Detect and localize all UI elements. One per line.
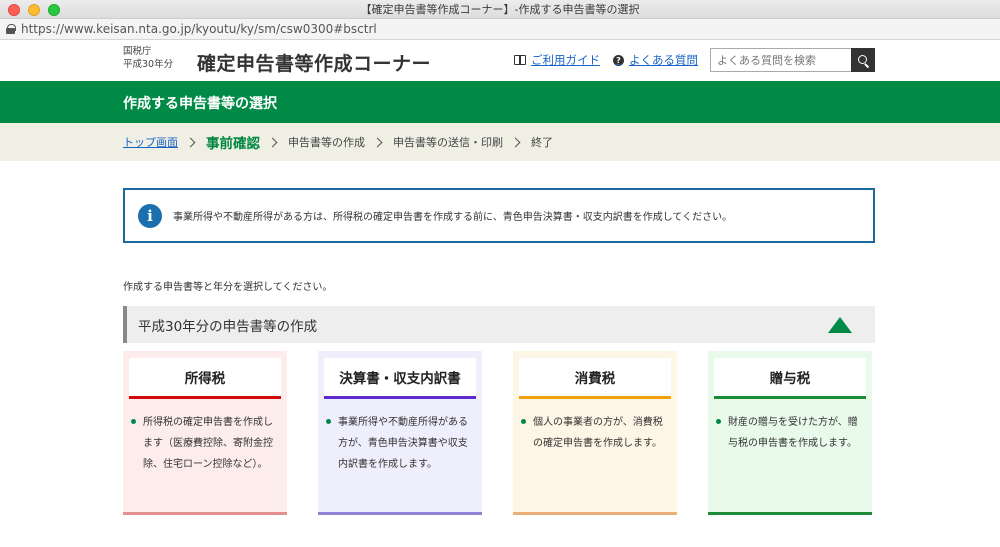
- maximize-window-button[interactable]: [48, 4, 60, 16]
- url-path: kyoutu/ky/sm/csw0300#bsctrl: [195, 22, 377, 36]
- faq-link[interactable]: ? よくある質問: [613, 52, 698, 68]
- faq-search-input[interactable]: [710, 48, 852, 72]
- chevron-right-icon: [267, 137, 278, 147]
- income-tax-card[interactable]: 所得税 所得税の確定申告書を作成します（医療費控除、寄附金控除、住宅ローン控除な…: [123, 351, 287, 515]
- agency-name: 国税庁: [123, 46, 152, 57]
- year-label: 平成30年分: [123, 59, 174, 70]
- breadcrumb-current-step: 事前確認: [206, 136, 260, 152]
- window-controls: [8, 4, 60, 16]
- consumption-tax-card[interactable]: 消費税 個人の事業者の方が、消費税の確定申告書を作成します。: [513, 351, 677, 515]
- url-text[interactable]: https://www.keisan.nta.go.jp/kyoutu/ky/s…: [21, 22, 377, 36]
- guide-link-label: ご利用ガイド: [531, 53, 600, 67]
- collapse-triangle-icon[interactable]: [828, 317, 852, 333]
- card-description-text: 財産の贈与を受けた方が、贈与税の申告書を作成します。: [728, 417, 858, 449]
- site-title[interactable]: 確定申告書等作成コーナー: [197, 49, 431, 76]
- breadcrumb: トップ画面 事前確認 申告書等の作成 申告書等の送信・印刷 終了: [0, 123, 1000, 161]
- close-window-button[interactable]: [8, 4, 20, 16]
- instruction-text: 作成する申告書等と年分を選択してください。: [123, 282, 333, 293]
- chevron-right-icon: [185, 137, 196, 147]
- search-icon: [857, 54, 870, 67]
- lock-icon: [6, 24, 16, 34]
- info-notice: i 事業所得や不動産所得がある方は、所得税の確定申告書を作成する前に、青色申告決…: [123, 188, 875, 243]
- agency-label: 国税庁 平成30年分: [123, 45, 173, 71]
- breadcrumb-step-create: 申告書等の作成: [288, 136, 365, 149]
- url-prefix: https://www.keisan.nta.go.jp/: [21, 22, 196, 36]
- card-description-text: 個人の事業者の方が、消費税の確定申告書を作成します。: [533, 417, 663, 449]
- chevron-right-icon: [372, 137, 383, 147]
- card-description-text: 所得税の確定申告書を作成します（医療費控除、寄附金控除、住宅ローン控除など）。: [143, 417, 273, 470]
- page-heading-band: 作成する申告書等の選択: [0, 81, 1000, 123]
- card-title: 決算書・収支内訳書: [324, 358, 476, 399]
- window-title: 【確定申告書等作成コーナー】-作成する申告書等の選択: [360, 3, 640, 16]
- breadcrumb-step-send-print: 申告書等の送信・印刷: [393, 136, 503, 149]
- faq-link-label: よくある質問: [629, 53, 698, 67]
- breadcrumb-step-end: 終了: [531, 136, 553, 149]
- card-description: 財産の贈与を受けた方が、贈与税の申告書を作成します。: [716, 412, 864, 454]
- book-icon: [514, 55, 526, 65]
- question-icon: ?: [613, 54, 624, 66]
- info-icon: i: [138, 203, 162, 228]
- info-message: 事業所得や不動産所得がある方は、所得税の確定申告書を作成する前に、青色申告決算書…: [173, 212, 733, 223]
- card-description: 事業所得や不動産所得がある方が、青色申告決算書や収支内訳書を作成します。: [326, 412, 474, 475]
- minimize-window-button[interactable]: [28, 4, 40, 16]
- card-title: 贈与税: [714, 358, 866, 399]
- breadcrumb-top[interactable]: トップ画面: [123, 134, 178, 150]
- gift-tax-card[interactable]: 贈与税 財産の贈与を受けた方が、贈与税の申告書を作成します。: [708, 351, 872, 515]
- card-description: 所得税の確定申告書を作成します（医療費控除、寄附金控除、住宅ローン控除など）。: [131, 412, 279, 475]
- card-description-text: 事業所得や不動産所得がある方が、青色申告決算書や収支内訳書を作成します。: [338, 417, 468, 470]
- financial-statement-card[interactable]: 決算書・収支内訳書 事業所得や不動産所得がある方が、青色申告決算書や収支内訳書を…: [318, 351, 482, 515]
- chevron-right-icon: [510, 137, 521, 147]
- bullet-icon: [131, 419, 136, 424]
- search-button[interactable]: [851, 48, 875, 72]
- card-title: 所得税: [129, 358, 281, 399]
- year-section-title: 平成30年分の申告書等の作成: [138, 318, 318, 335]
- year-section-header[interactable]: 平成30年分の申告書等の作成: [123, 306, 875, 343]
- bullet-icon: [716, 419, 721, 424]
- site-header: 国税庁 平成30年分 確定申告書等作成コーナー ご利用ガイド ? よくある質問: [0, 40, 1000, 81]
- page-title: 作成する申告書等の選択: [123, 96, 277, 112]
- card-title: 消費税: [519, 358, 671, 399]
- bullet-icon: [521, 419, 526, 424]
- card-description: 個人の事業者の方が、消費税の確定申告書を作成します。: [521, 412, 669, 454]
- window-titlebar: 【確定申告書等作成コーナー】-作成する申告書等の選択: [0, 0, 1000, 19]
- guide-link[interactable]: ご利用ガイド: [514, 52, 600, 68]
- address-bar[interactable]: https://www.keisan.nta.go.jp/kyoutu/ky/s…: [0, 19, 1000, 40]
- bullet-icon: [326, 419, 331, 424]
